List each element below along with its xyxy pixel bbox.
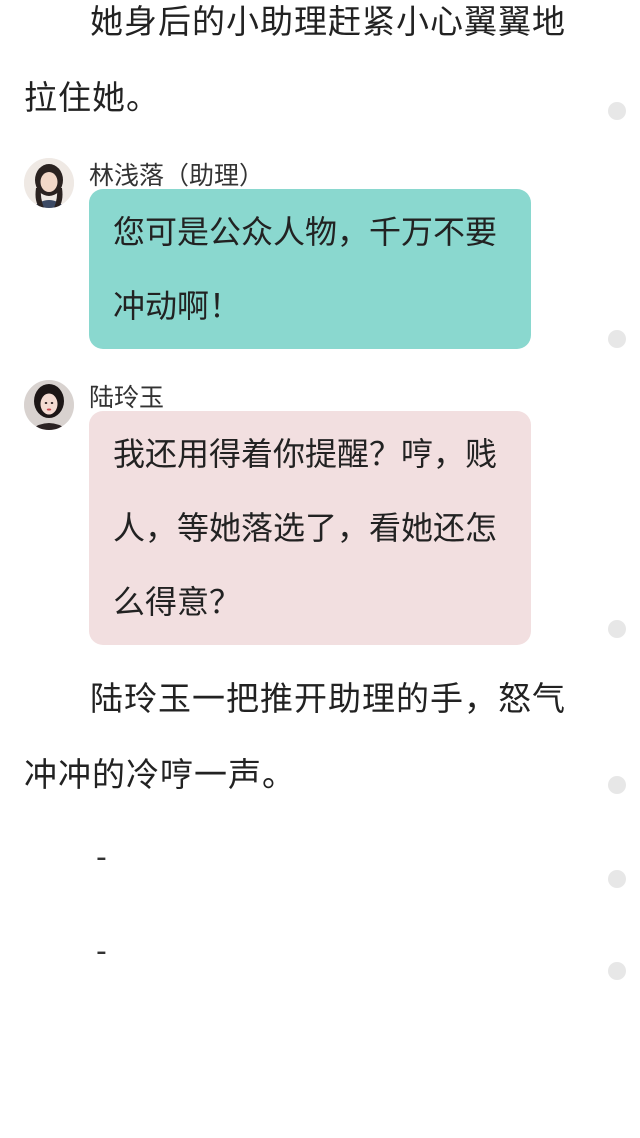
story-paragraph: 她身后的小助理赶紧小心翼翼地拉住她。 xyxy=(24,2,566,117)
scroll-dot-indicator[interactable] xyxy=(608,102,626,120)
scroll-dot-indicator[interactable] xyxy=(608,620,626,638)
scroll-dot-indicator[interactable] xyxy=(608,870,626,888)
avatar[interactable] xyxy=(24,158,74,208)
scroll-dot-indicator[interactable] xyxy=(608,962,626,980)
chat-bubble: 您可是公众人物，千万不要冲动啊！ xyxy=(89,189,531,349)
scroll-dot-indicator[interactable] xyxy=(608,330,626,348)
avatar-portrait-icon xyxy=(24,158,74,208)
sender-name: 陆玲玉 xyxy=(89,383,165,412)
chat-bubble: 我还用得着你提醒？哼，贱人，等她落选了，看她还怎么得意？ xyxy=(89,411,531,645)
separator-dash: - xyxy=(96,840,107,875)
story-paragraph: 陆玲玉一把推开助理的手，怒气冲冲的冷哼一声。 xyxy=(24,679,566,794)
avatar-portrait-icon xyxy=(24,380,74,430)
sender-name: 林浅落（助理） xyxy=(89,161,265,190)
scroll-dot-indicator[interactable] xyxy=(608,776,626,794)
avatar[interactable] xyxy=(24,380,74,430)
separator-dash: - xyxy=(96,934,107,969)
